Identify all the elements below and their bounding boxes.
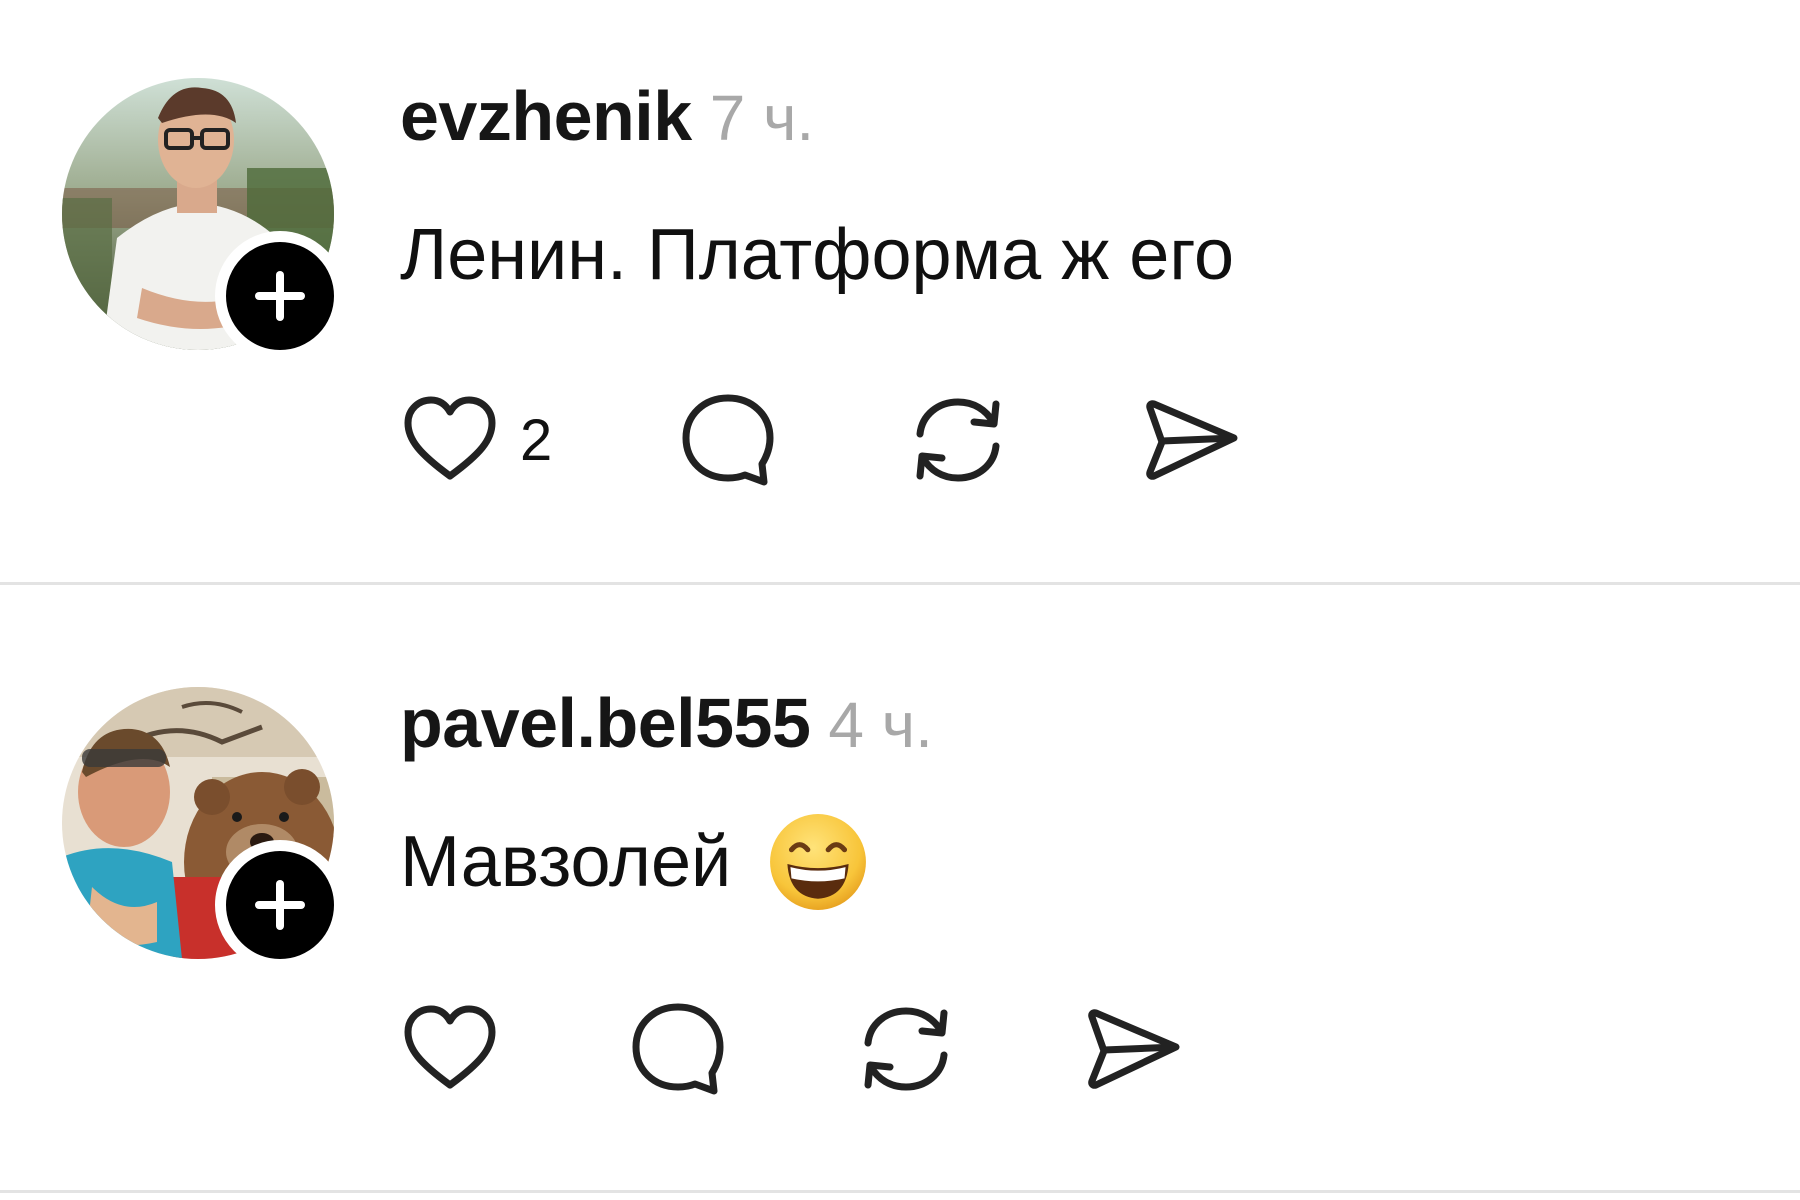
repost-button[interactable] bbox=[908, 385, 1008, 495]
repost-button[interactable] bbox=[856, 994, 956, 1104]
follow-button[interactable] bbox=[215, 231, 345, 361]
comment-meta: evzhenik 7 ч. bbox=[400, 76, 1750, 166]
timestamp: 7 ч. bbox=[709, 82, 815, 154]
comment-button[interactable] bbox=[628, 994, 728, 1104]
repost-icon bbox=[864, 1007, 948, 1091]
heart-icon bbox=[404, 396, 496, 480]
follow-button[interactable] bbox=[215, 840, 345, 970]
like-count: 2 bbox=[520, 407, 553, 473]
timestamp: 4 ч. bbox=[828, 689, 933, 761]
like-button[interactable] bbox=[400, 994, 500, 1104]
share-button[interactable] bbox=[1084, 994, 1184, 1104]
comment-text-body: Ленин. Платформа ж его bbox=[400, 215, 1235, 295]
action-bar: 2 bbox=[400, 385, 1242, 495]
plus-icon bbox=[255, 271, 305, 321]
comment-icon bbox=[632, 1003, 724, 1095]
comment-content: evzhenik 7 ч. Ленин. Платформа ж его bbox=[400, 76, 1750, 300]
share-icon bbox=[1146, 400, 1238, 480]
grinning-face-emoji bbox=[770, 814, 867, 910]
comment-meta: pavel.bel555 4 ч. bbox=[400, 683, 1750, 773]
plus-icon bbox=[255, 880, 305, 930]
repost-icon bbox=[916, 398, 1000, 482]
comment-content: pavel.bel555 4 ч. Мавзолей bbox=[400, 683, 1750, 910]
share-button[interactable] bbox=[1142, 385, 1242, 495]
comment-item: pavel.bel555 4 ч. Мавзолей bbox=[0, 583, 1800, 1200]
comment-text: Мавзолей bbox=[400, 814, 1750, 910]
comment-text-body: Мавзолей bbox=[400, 822, 732, 902]
comment-button[interactable] bbox=[678, 385, 778, 495]
share-icon bbox=[1088, 1009, 1180, 1089]
action-bar bbox=[400, 994, 1184, 1104]
comment-text: Ленин. Платформа ж его bbox=[400, 210, 1750, 300]
comment-feed: evzhenik 7 ч. Ленин. Платформа ж его 2 p… bbox=[0, 0, 1800, 1200]
like-button[interactable]: 2 bbox=[400, 385, 552, 495]
username-link[interactable]: pavel.bel555 bbox=[400, 683, 811, 763]
comment-item: evzhenik 7 ч. Ленин. Платформа ж его 2 bbox=[0, 0, 1800, 583]
divider bbox=[0, 1190, 1800, 1193]
avatar-container[interactable] bbox=[62, 687, 392, 1017]
heart-icon bbox=[404, 1005, 496, 1089]
comment-icon bbox=[682, 394, 774, 486]
avatar-container[interactable] bbox=[62, 78, 392, 408]
username-link[interactable]: evzhenik bbox=[400, 76, 692, 156]
